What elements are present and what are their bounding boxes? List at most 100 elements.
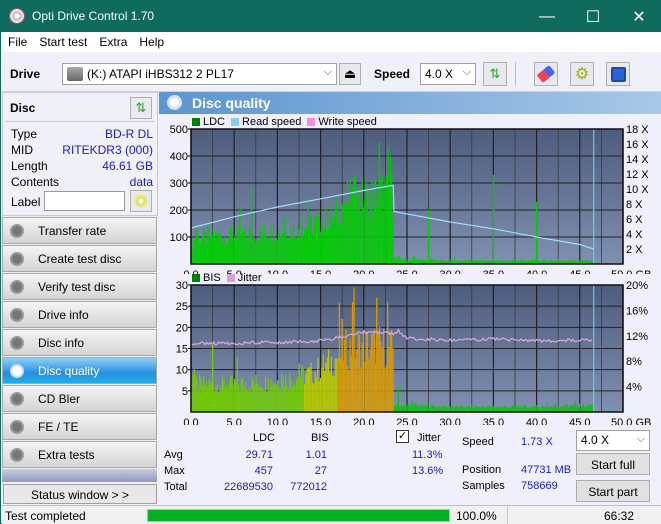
bis-bar <box>224 388 226 412</box>
ldc-bar <box>255 241 257 264</box>
minimize-button[interactable]: — <box>524 1 570 32</box>
disc-contents-row: Contents data <box>11 175 153 189</box>
eject-button[interactable]: ⏏ <box>339 63 361 85</box>
x-tick-label: 40.0 <box>526 417 547 425</box>
bis-bar <box>305 374 307 412</box>
x-tick-label: 45.0 <box>569 417 590 425</box>
speed-select[interactable]: 4.0 X ⌵ <box>420 63 476 85</box>
ldc-bar <box>201 236 204 264</box>
ldc-bar <box>326 231 328 264</box>
ldc-bar <box>293 223 295 264</box>
bis-bar <box>587 403 589 412</box>
bis-bar <box>490 405 492 412</box>
nav-disc-info[interactable]: Disc info <box>2 329 157 356</box>
ldc-bar <box>305 225 307 264</box>
menu-file[interactable]: File <box>2 32 33 52</box>
ldc-bar <box>223 238 225 264</box>
start-full-button[interactable]: Start full <box>576 453 650 475</box>
start-part-button[interactable]: Start part <box>576 480 650 502</box>
bis-bar <box>513 405 515 412</box>
ldc-bar <box>381 175 383 264</box>
jitter-avg-value: 11.3% <box>412 449 443 461</box>
ldc-bar <box>301 216 303 264</box>
bis-bar <box>195 375 197 412</box>
bis-bar <box>411 400 413 412</box>
ldc-bar <box>228 236 230 264</box>
maximize-button[interactable]: ☐ <box>570 1 616 32</box>
ldc-bar <box>297 221 299 264</box>
bis-bar <box>264 375 267 412</box>
cd-bler-icon <box>10 391 24 406</box>
test-speed-select[interactable]: 4.0 X ⌵ <box>576 430 650 451</box>
ldc-bar <box>227 241 229 264</box>
ldc-bar <box>275 239 277 264</box>
drive-info-icon <box>10 307 24 322</box>
disc-label-input[interactable] <box>44 191 125 211</box>
menu-help[interactable]: Help <box>133 32 170 52</box>
ldc-bar <box>193 239 195 264</box>
disc-refresh-button[interactable]: ⇅ <box>130 97 152 119</box>
bis-bar <box>424 406 426 412</box>
bis-bar <box>227 389 229 412</box>
bis-bar <box>208 379 210 412</box>
ldc-bar <box>349 177 351 264</box>
drive-select[interactable]: (K:) ATAPI iHBS312 2 PL17 ⌵ <box>62 63 337 85</box>
disc-quality-icon <box>167 95 182 110</box>
bis-bar <box>301 365 303 412</box>
nav-transfer-rate[interactable]: Transfer rate <box>2 217 157 244</box>
ldc-bar <box>197 236 199 264</box>
x-tick-label: 45.0 <box>569 269 590 274</box>
nav-disc-quality[interactable]: Disc quality <box>2 357 157 384</box>
bis-bar <box>403 405 405 412</box>
ldc-bar <box>431 258 433 264</box>
bis-bar <box>385 365 387 412</box>
bis-bar <box>562 406 565 412</box>
nav-cd-bler[interactable]: CD Bler <box>2 385 157 412</box>
erase-button[interactable] <box>534 62 558 86</box>
samples-label: Samples <box>462 480 505 492</box>
ldc-bar <box>400 258 402 264</box>
settings-button[interactable]: ⚙ <box>570 62 594 86</box>
ldc-bar <box>313 222 315 264</box>
status-window-button[interactable]: Status window > > <box>3 484 157 504</box>
ldc-max-value: 457 <box>254 465 273 477</box>
menu-extra[interactable]: Extra <box>93 32 133 52</box>
bis-bar <box>377 330 379 412</box>
ldc-bar <box>352 187 354 264</box>
bis-bar <box>392 348 394 412</box>
stats-total-label: Total <box>164 481 188 493</box>
bis-bar <box>274 384 276 412</box>
jitter-checkbox[interactable]: ✓ <box>396 430 409 443</box>
bis-bar <box>574 400 577 412</box>
save-button[interactable] <box>606 62 630 86</box>
app-disc-icon <box>9 8 25 24</box>
bis-bar <box>481 405 483 412</box>
nav-verify-test-disc[interactable]: Verify test disc <box>2 273 157 300</box>
ldc-bar <box>412 256 414 264</box>
ldc-bar <box>247 239 249 264</box>
nav-create-test-disc[interactable]: Create test disc <box>2 245 157 272</box>
menu-start-test[interactable]: Start test <box>33 32 93 52</box>
bis-bar <box>322 354 324 412</box>
bis-bar <box>219 390 221 412</box>
bis-bar <box>251 376 253 412</box>
ldc-bar <box>454 258 456 264</box>
ldc-bar <box>340 225 342 264</box>
gears-icon: ⚙ <box>574 66 590 83</box>
disc-label-button[interactable] <box>130 190 152 212</box>
nav-fe-te[interactable]: FE / TE <box>2 413 157 440</box>
nav-extra-tests[interactable]: Extra tests <box>2 441 157 468</box>
bis-bar <box>419 406 421 412</box>
nav-drive-info[interactable]: Drive info <box>2 301 157 328</box>
bis-bar <box>396 403 398 412</box>
close-button[interactable]: ✕ <box>616 1 661 32</box>
drive-icon <box>67 67 83 81</box>
bis-bar <box>467 405 469 412</box>
x-tick-label: 40.0 <box>526 269 547 274</box>
bis-bar <box>360 367 362 412</box>
refresh-button[interactable]: ⇅ <box>483 62 507 86</box>
ldc-bar <box>358 206 361 264</box>
y-tick-label: 300 <box>170 178 188 190</box>
x-tick-label: 5.0 <box>227 417 242 425</box>
ldc-bar <box>192 247 194 264</box>
